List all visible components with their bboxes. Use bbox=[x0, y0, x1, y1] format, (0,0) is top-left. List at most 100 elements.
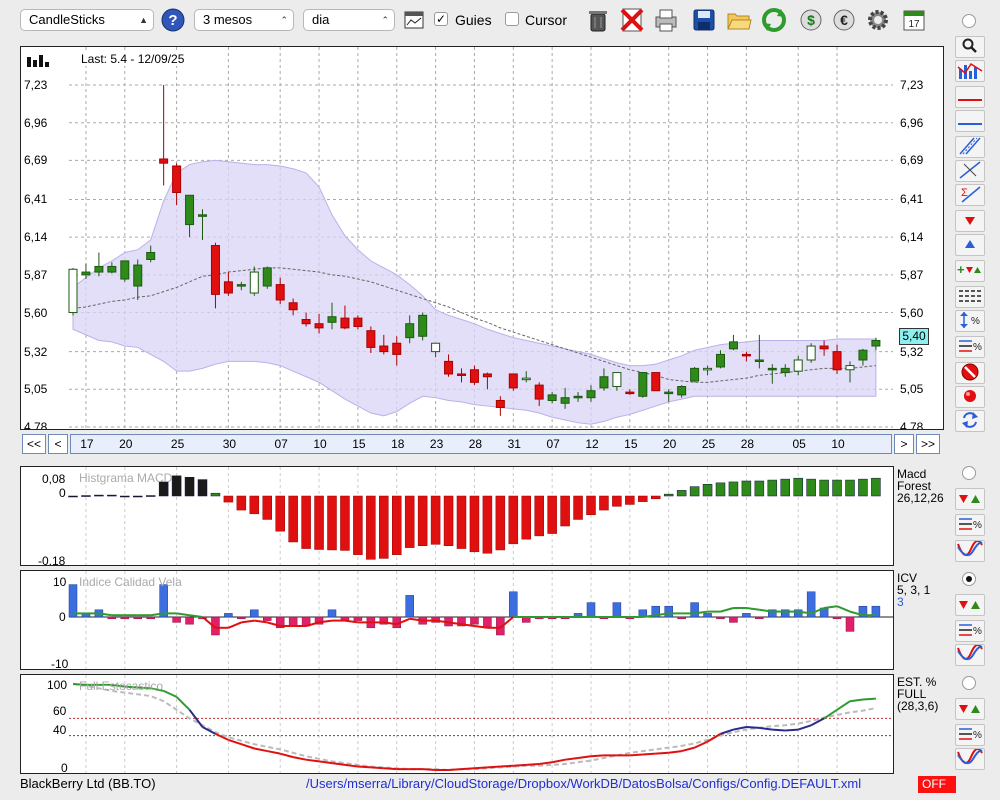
candle-body bbox=[586, 390, 596, 399]
macd-bar bbox=[443, 495, 454, 546]
icv-y-zero: 0 bbox=[59, 610, 66, 624]
open-folder-icon[interactable] bbox=[725, 6, 753, 34]
nav-last-button[interactable]: >> bbox=[916, 434, 940, 454]
candle-body bbox=[353, 317, 363, 327]
macd-bar bbox=[81, 495, 91, 497]
trendline-button[interactable] bbox=[955, 160, 985, 182]
lines-percent-icon: % bbox=[958, 338, 982, 357]
macd-bar bbox=[68, 495, 78, 498]
macd-percent-button[interactable]: % bbox=[955, 514, 985, 536]
stop-button[interactable] bbox=[955, 362, 985, 384]
candle-body bbox=[560, 397, 570, 404]
interval-select[interactable]: dia ⌃ bbox=[303, 9, 395, 31]
icv-curve-button[interactable] bbox=[955, 643, 985, 666]
save-icon[interactable] bbox=[690, 6, 718, 34]
macd-bar bbox=[651, 495, 661, 500]
delete-icon[interactable] bbox=[618, 6, 646, 34]
config-path-link[interactable]: /Users/mserra/Library/CloudStorage/Dropb… bbox=[306, 776, 861, 791]
macd-curve-button[interactable] bbox=[955, 539, 985, 562]
macd-bar bbox=[663, 493, 674, 497]
est-main-line bbox=[175, 696, 191, 711]
est-main-line bbox=[305, 758, 320, 763]
macd-bar bbox=[430, 495, 441, 545]
nav-next-button[interactable]: > bbox=[894, 434, 914, 454]
icv-signal-line bbox=[344, 619, 359, 624]
svg-text:%: % bbox=[971, 316, 980, 327]
nav-prev-button[interactable]: < bbox=[48, 434, 68, 454]
horizontal-line-blue-button[interactable] bbox=[955, 110, 985, 132]
currency-icon[interactable]: € bbox=[830, 6, 858, 34]
percent-range-button[interactable]: % bbox=[955, 310, 985, 332]
est-main-line bbox=[474, 766, 488, 770]
icv-bar bbox=[832, 616, 842, 620]
price-tick-label: 4,78 bbox=[24, 420, 48, 430]
icv-bar bbox=[353, 616, 363, 621]
sync-icon[interactable]: $ bbox=[797, 6, 825, 34]
candle-body bbox=[703, 367, 713, 371]
date-tick-label: 25 bbox=[170, 437, 185, 451]
volume-overlay-button[interactable] bbox=[955, 60, 985, 82]
macd-bar bbox=[288, 495, 298, 543]
candle-body bbox=[651, 372, 661, 392]
sigma-icon: Σ bbox=[958, 185, 982, 206]
macd-bar bbox=[133, 495, 143, 498]
macd-panel[interactable]: Histgrama MACD 0,08 0 -0,18 bbox=[20, 466, 894, 566]
print-icon[interactable] bbox=[652, 6, 680, 34]
est-arrows-button[interactable] bbox=[955, 698, 985, 720]
icv-percent-button[interactable]: % bbox=[955, 620, 985, 642]
calendar-icon[interactable]: 17 bbox=[900, 6, 928, 34]
gear-icon[interactable] bbox=[864, 6, 892, 34]
swap-button[interactable] bbox=[955, 410, 985, 432]
percent-lines-button[interactable]: % bbox=[955, 336, 985, 358]
arrow-down-button[interactable] bbox=[955, 210, 985, 232]
arrow-up-button[interactable] bbox=[955, 234, 985, 256]
date-axis-strip[interactable]: 17 20 25 30 07 10 15 18 23 28 31 07 12 15 20 25 28 05 10 bbox=[70, 434, 892, 454]
cursor-checkbox[interactable] bbox=[505, 12, 519, 26]
channel-button[interactable] bbox=[955, 136, 985, 158]
nav-first-button[interactable]: << bbox=[22, 434, 46, 454]
chart-type-select[interactable]: CandleSticks ▲ bbox=[20, 9, 154, 31]
candle-body bbox=[379, 345, 389, 353]
macd-bar bbox=[767, 479, 778, 497]
sigma-button[interactable]: Σ bbox=[955, 184, 985, 206]
current-price-tag: 5,40 bbox=[899, 328, 929, 345]
icv-panel-radio[interactable] bbox=[962, 572, 976, 586]
zoom-button[interactable] bbox=[955, 36, 985, 58]
macd-bar bbox=[793, 477, 803, 497]
price-chart[interactable] bbox=[21, 47, 943, 429]
icv-panel[interactable]: Indice Calidad Vela 10 0 -10 bbox=[20, 570, 894, 670]
est-main-line bbox=[448, 768, 462, 771]
macd-panel-radio[interactable] bbox=[962, 466, 976, 480]
est-panel-radio[interactable] bbox=[962, 676, 976, 690]
guies-checkbox[interactable]: ✓ bbox=[434, 12, 448, 26]
macd-bar bbox=[638, 495, 648, 502]
record-button[interactable] bbox=[955, 386, 985, 408]
horizontal-line-red-button[interactable] bbox=[955, 86, 985, 108]
est-curve-button[interactable] bbox=[955, 747, 985, 770]
refresh-icon[interactable] bbox=[760, 6, 788, 34]
est-main-line bbox=[241, 743, 255, 750]
price-tick-label: 6,96 bbox=[24, 115, 48, 130]
chart-type-value: CandleSticks bbox=[29, 12, 105, 27]
chart-window-icon[interactable] bbox=[404, 11, 424, 29]
macd-arrows-button[interactable] bbox=[955, 488, 985, 510]
icv-arrows-button[interactable] bbox=[955, 594, 985, 616]
candle-body bbox=[198, 214, 207, 217]
date-tick-label: 12 bbox=[585, 437, 599, 451]
add-signal-button[interactable]: + bbox=[955, 260, 985, 282]
price-tick-label: 7,23 bbox=[900, 78, 924, 92]
grid-lines-button[interactable] bbox=[955, 286, 985, 308]
candle-body bbox=[819, 345, 829, 350]
icv-signal-line bbox=[228, 621, 242, 629]
period-select[interactable]: 3 mesos ⌃ bbox=[194, 9, 294, 31]
candle-body bbox=[625, 391, 635, 395]
help-icon[interactable]: ? bbox=[161, 8, 185, 32]
panel-radio-top[interactable] bbox=[962, 14, 976, 28]
stochastic-panel[interactable]: Full Estocastico 100 60 40 0 bbox=[20, 674, 894, 774]
est-percent-button[interactable]: % bbox=[955, 724, 985, 746]
trash-icon[interactable] bbox=[584, 6, 612, 34]
macd-bar bbox=[340, 495, 350, 551]
select-arrows-icon: ⌃ bbox=[381, 15, 389, 25]
est-main-line bbox=[564, 756, 579, 761]
off-status-badge[interactable]: OFF bbox=[918, 776, 956, 793]
